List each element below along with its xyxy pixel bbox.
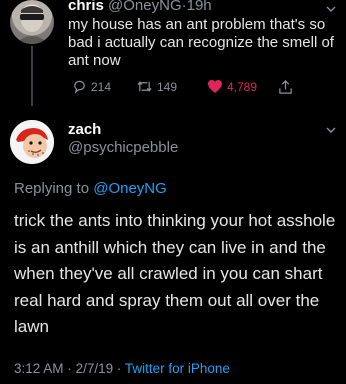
reply-handle[interactable]: @psychicpebble (68, 139, 178, 156)
chevron-down-icon[interactable] (326, 125, 336, 135)
share-icon (279, 80, 292, 94)
tweet-text: my house has an ant problem that's so ba… (68, 16, 334, 69)
reply-button[interactable]: 214 (72, 79, 111, 94)
share-button[interactable] (278, 79, 293, 95)
like-count: 4,789 (227, 79, 258, 94)
chevron-down-icon[interactable] (326, 4, 336, 14)
replying-to-link[interactable]: @OneyNG (93, 180, 167, 197)
reply-display-name[interactable]: zach (68, 121, 101, 138)
avatar-zach[interactable] (10, 120, 54, 164)
reply-icon (74, 80, 85, 94)
reply-count: 214 (91, 79, 112, 94)
timestamp[interactable]: 19h (187, 0, 212, 14)
replying-to: Replying to @OneyNG (14, 180, 167, 197)
retweet-button[interactable]: 149 (136, 79, 177, 94)
separator: · (116, 361, 122, 376)
reply-date[interactable]: 2/7/19 (76, 361, 114, 376)
separator: · (67, 361, 72, 376)
reply-time[interactable]: 3:12 AM (14, 361, 64, 376)
heart-icon (208, 80, 222, 93)
avatar-chris[interactable] (10, 0, 54, 44)
display-name[interactable]: chris (68, 0, 104, 14)
replying-prefix: Replying to (14, 180, 90, 197)
tweet-header: chris @OneyNG·19h (68, 0, 212, 14)
retweet-icon (137, 81, 152, 92)
retweet-count: 149 (157, 79, 178, 94)
reply-footer: 3:12 AM · 2/7/19 · Twitter for iPhone (14, 361, 230, 376)
handle[interactable]: @OneyNG (108, 0, 182, 14)
reply-text: trick the ants into thinking your hot as… (14, 211, 336, 336)
thread-line (31, 46, 33, 106)
like-button[interactable]: 4,789 (207, 79, 257, 94)
tweet-source[interactable]: Twitter for iPhone (125, 361, 230, 376)
